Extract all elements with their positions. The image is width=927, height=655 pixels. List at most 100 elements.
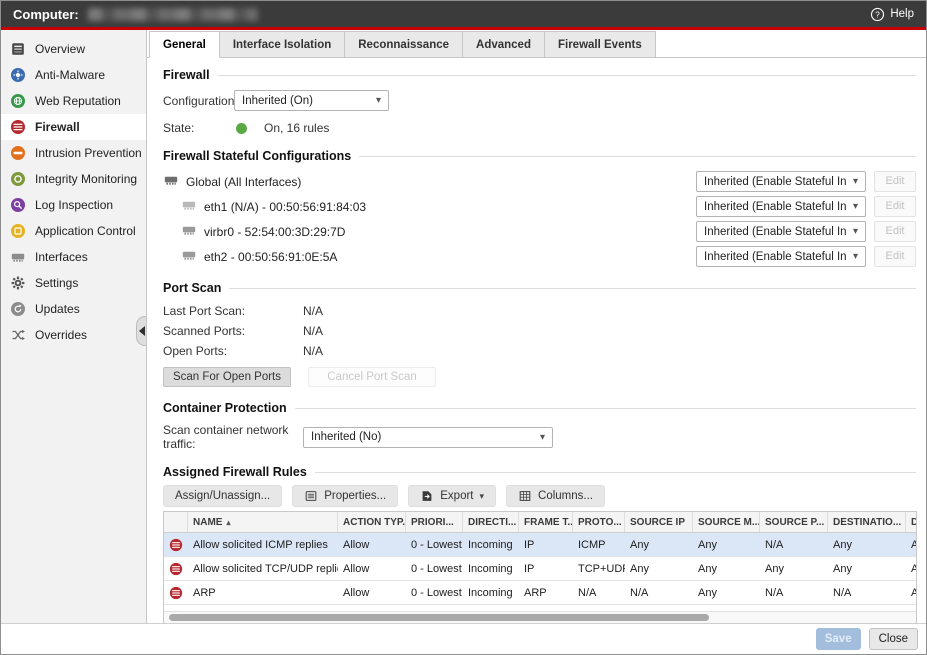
export-icon (420, 489, 434, 503)
column-header-priori[interactable]: PRIORI... (406, 512, 463, 532)
stateful-inspection-select[interactable]: Inherited (Enable Stateful Inspection)▾ (696, 246, 866, 267)
selected-value: Inherited (No) (311, 431, 381, 443)
tab-firewall-events[interactable]: Firewall Events (544, 31, 656, 58)
sidebar-item-interfaces[interactable]: Interfaces (1, 244, 146, 270)
table-cell: Incoming (463, 533, 519, 556)
anti-malware-icon (10, 67, 26, 83)
heading-rule (295, 408, 916, 409)
column-header-action-typ[interactable]: ACTION TYP... (338, 512, 406, 532)
heading-rule (315, 472, 916, 473)
container-traffic-label: Scan container network traffic: (163, 423, 303, 451)
sidebar-item-label: Web Reputation (35, 94, 121, 108)
state-label: State: (163, 121, 234, 135)
horizontal-scrollbar-thumb[interactable] (169, 614, 709, 621)
properties-button[interactable]: Properties... (292, 485, 398, 507)
stateful-inspection-select[interactable]: Inherited (Enable Stateful Inspection) ▾ (696, 221, 866, 242)
help-button[interactable]: ? Help (870, 7, 914, 22)
table-row[interactable]: Allow solicited TCP/UDP repliesAllow0 - … (164, 557, 917, 581)
column-header-label: SOURCE P... (765, 517, 824, 528)
sidebar-item-overview[interactable]: Overview (1, 36, 146, 62)
column-header-source-m[interactable]: SOURCE M... (693, 512, 760, 532)
sidebar-item-settings[interactable]: Settings (1, 270, 146, 296)
port-scan-row: Last Port Scan:N/A (163, 301, 916, 321)
tab-interface-isolation[interactable]: Interface Isolation (219, 31, 345, 58)
selected-value: Inherited (Enable Stateful Inspection) (704, 226, 847, 238)
firewall-section-heading: Firewall (163, 68, 916, 82)
firewall-configuration-select[interactable]: Inherited (On) ▾ (234, 90, 389, 111)
selected-value: Inherited (Enable Stateful Inspection) (704, 251, 847, 263)
column-header-directi[interactable]: DIRECTI... (463, 512, 519, 532)
column-header-destinatio[interactable]: DESTINATIO... (828, 512, 906, 532)
interface-label: virbr0 - 52:54:00:3D:29:7D (204, 225, 345, 239)
column-header-de[interactable]: DE (906, 512, 917, 532)
sidebar-item-label: Firewall (35, 120, 80, 134)
port-scan-label: Scanned Ports: (163, 324, 303, 338)
column-header-label: ACTION TYP... (343, 517, 406, 528)
sidebar-item-log-inspection[interactable]: Log Inspection (1, 192, 146, 218)
edit-button[interactable]: Edit (874, 196, 916, 217)
column-header-source-ip[interactable]: SOURCE IP (625, 512, 693, 532)
edit-button[interactable]: Edit (874, 246, 916, 267)
tab-advanced[interactable]: Advanced (462, 31, 545, 58)
stateful-inspection-select[interactable]: Inherited (Enable Stateful Inspection)▾ (696, 171, 866, 192)
cancel-port-scan-button[interactable]: Cancel Port Scan (308, 367, 436, 387)
sort-ascending-icon: ▴ (226, 518, 230, 527)
sidebar-item-label: Integrity Monitoring (35, 172, 137, 186)
svg-text:?: ? (876, 9, 881, 19)
table-cell: Any (828, 557, 906, 580)
chevron-down-icon: ▾ (853, 201, 858, 212)
columns-button[interactable]: Columns... (506, 485, 605, 507)
sidebar-item-updates[interactable]: Updates (1, 296, 146, 322)
sidebar-collapse-handle[interactable] (136, 316, 146, 346)
updates-icon (10, 301, 26, 317)
sidebar-item-overrides[interactable]: Overrides (1, 322, 146, 348)
button-label: Export (440, 490, 473, 502)
web-reputation-icon (10, 93, 26, 109)
interface-name: eth1 (N/A) - 00:50:56:91:84:03 (163, 197, 696, 216)
section-title: Container Protection (163, 401, 287, 415)
table-cell: Any (828, 533, 906, 556)
table-body: Allow solicited ICMP repliesAllow0 - Low… (164, 533, 917, 611)
container-traffic-select[interactable]: Inherited (No) ▾ (303, 427, 553, 448)
close-button[interactable]: Close (869, 628, 918, 650)
sidebar-item-anti-malware[interactable]: Anti-Malware (1, 62, 146, 88)
sidebar-item-application-control[interactable]: Application Control (1, 218, 146, 244)
assign-unassign-button[interactable]: Assign/Unassign... (163, 485, 282, 507)
export-button[interactable]: Export▾ (408, 485, 496, 507)
column-header-label: PRIORI... (411, 517, 454, 528)
table-row[interactable]: Allow solicited ICMP repliesAllow0 - Low… (164, 533, 917, 557)
port-scan-buttons: Scan For Open Ports Cancel Port Scan (163, 367, 916, 387)
sidebar-item-intrusion-prevention[interactable]: Intrusion Prevention (1, 140, 146, 166)
table-cell: Any (625, 557, 693, 580)
sidebar-item-integrity-monitoring[interactable]: Integrity Monitoring (1, 166, 146, 192)
edit-button[interactable]: Edit (874, 221, 916, 242)
tab-general[interactable]: General (149, 31, 220, 58)
configuration-row: Configuration: Inherited (On) ▾ (163, 90, 916, 111)
interface-name: virbr0 - 52:54:00:3D:29:7D (163, 222, 696, 241)
edit-button[interactable]: Edit (874, 171, 916, 192)
port-scan-label: Last Port Scan: (163, 304, 303, 318)
table-row[interactable]: ARPAllow0 - LowestIncomingARPN/AN/AAnyN/… (164, 581, 917, 605)
table-cell: Any (625, 533, 693, 556)
column-header-source-p[interactable]: SOURCE P... (760, 512, 828, 532)
redacted-hostname (88, 8, 258, 21)
save-button[interactable]: Save (816, 628, 861, 650)
table-cell: N/A (760, 533, 828, 556)
sidebar-item-label: Overrides (35, 328, 87, 342)
chevron-down-icon: ▾ (853, 226, 858, 237)
help-icon: ? (870, 7, 885, 22)
sidebar-item-web-reputation[interactable]: Web Reputation (1, 88, 146, 114)
table-cell: N/A (625, 581, 693, 604)
column-header-proto[interactable]: PROTO... (573, 512, 625, 532)
container-traffic-row: Scan container network traffic: Inherite… (163, 423, 916, 451)
scan-for-open-ports-button[interactable]: Scan For Open Ports (163, 367, 291, 387)
interface-label: eth1 (N/A) - 00:50:56:91:84:03 (204, 200, 366, 214)
sidebar-item-label: Anti-Malware (35, 68, 105, 82)
column-header-frame-t[interactable]: FRAME T... (519, 512, 573, 532)
stateful-inspection-select[interactable]: Inherited (Enable Stateful Inspection)▾ (696, 196, 866, 217)
sidebar-item-firewall[interactable]: Firewall (1, 114, 146, 140)
column-header-name[interactable]: NAME▴ (188, 512, 338, 532)
tab-reconnaissance[interactable]: Reconnaissance (344, 31, 463, 58)
stateful-config-list: Global (All Interfaces)Inherited (Enable… (163, 169, 916, 269)
table-cell: ARP (519, 581, 573, 604)
